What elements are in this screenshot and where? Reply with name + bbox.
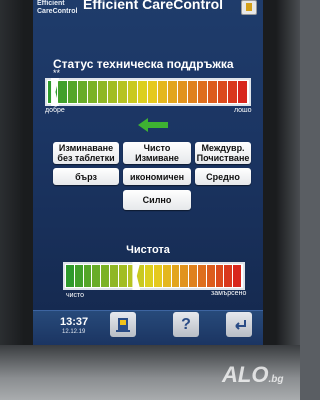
- clock-date: 12.12.19: [62, 329, 86, 335]
- maintenance-status-gauge: [45, 78, 251, 106]
- gauge-segment: [228, 81, 237, 103]
- gauge-segment: [198, 81, 207, 103]
- gauge-segment: [148, 81, 157, 103]
- gauge-segment: [74, 265, 83, 287]
- gauge-segment: [101, 265, 109, 287]
- gauge-segment: [180, 265, 189, 287]
- gauge-segment: [88, 81, 97, 103]
- gauge-segment: [224, 265, 233, 287]
- gauge-segment: [189, 265, 197, 287]
- touch-screen: Efficient CareControl Efficient CareCont…: [33, 0, 263, 345]
- cleanliness-title: Чистота: [126, 244, 170, 256]
- gauge-segment: [215, 265, 224, 287]
- gauge-clean-label: чисто: [66, 292, 85, 299]
- gauge-segment: [92, 265, 101, 287]
- gauge-segment: [145, 265, 153, 287]
- app-title: Efficient CareControl: [83, 0, 224, 12]
- gauge-segment: [153, 265, 162, 287]
- gauge-bad-label: лошо: [234, 107, 252, 114]
- gauge-segment: [171, 265, 180, 287]
- gauge-segment: [83, 265, 92, 287]
- help-icon: ?: [181, 315, 191, 333]
- gauge-segment: [66, 265, 74, 287]
- gauge-segment: [233, 265, 241, 287]
- gauge-segment: [218, 81, 227, 103]
- rating-stars: **: [53, 68, 61, 78]
- brand-line-1: Efficient: [37, 0, 65, 7]
- gauge-segment: [238, 81, 247, 103]
- brand-logo-small: Efficient CareControl: [37, 0, 77, 16]
- gauge-segment: [162, 265, 171, 287]
- medium-button[interactable]: Средно: [195, 168, 251, 185]
- interim-clean-button[interactable]: Междувр. Почистване: [195, 142, 251, 164]
- watermark-text: ALO: [222, 362, 269, 387]
- back-arrow-icon: [235, 319, 246, 330]
- gauge-segment: [118, 81, 127, 103]
- gauge-segment: [138, 81, 147, 103]
- gauge-segment: [208, 81, 217, 103]
- gauge-segment: [168, 81, 177, 103]
- gauge-segment: [98, 81, 107, 103]
- tablet-dispenser-icon: [116, 317, 130, 332]
- gauge-segment: [108, 81, 117, 103]
- gauge-segment: [68, 81, 77, 103]
- fast-button[interactable]: бърз: [53, 168, 119, 185]
- light-clean-button[interactable]: Чисто Измиване: [123, 142, 191, 164]
- gauge-good-label: добре: [45, 107, 65, 114]
- gauge-segment: [178, 81, 187, 103]
- brand-line-2: CareControl: [37, 8, 78, 15]
- gauge-segment: [128, 81, 137, 103]
- detergent-tablet-icon[interactable]: [241, 0, 257, 15]
- gauge-segment: [58, 81, 67, 103]
- arrow-left-green-icon: [138, 118, 168, 132]
- gauge-segment: [158, 81, 167, 103]
- gauge-segment: [197, 265, 206, 287]
- gauge-segment: [109, 265, 118, 287]
- gauge-segment: [188, 81, 197, 103]
- gauge-segment: [118, 265, 127, 287]
- strong-button[interactable]: Силно: [123, 190, 191, 210]
- gauge-segment: [206, 265, 215, 287]
- eco-button[interactable]: икономичен: [123, 168, 191, 185]
- watermark-logo: ALO.bg: [222, 362, 283, 388]
- maintenance-status-title: Статус техническа поддръжка: [53, 57, 234, 71]
- tablet-dispenser-button[interactable]: [110, 312, 136, 337]
- clock-time: 13:37: [60, 316, 89, 328]
- gauge-dirty-label: замърсено: [211, 290, 247, 297]
- watermark-suffix: .bg: [268, 374, 284, 385]
- gauge-segment: [78, 81, 87, 103]
- cleanliness-gauge: [63, 262, 245, 290]
- help-button[interactable]: ?: [173, 312, 199, 337]
- back-button[interactable]: [226, 312, 252, 337]
- rinse-no-tablet-button[interactable]: Изминаване без таблетки: [53, 142, 119, 164]
